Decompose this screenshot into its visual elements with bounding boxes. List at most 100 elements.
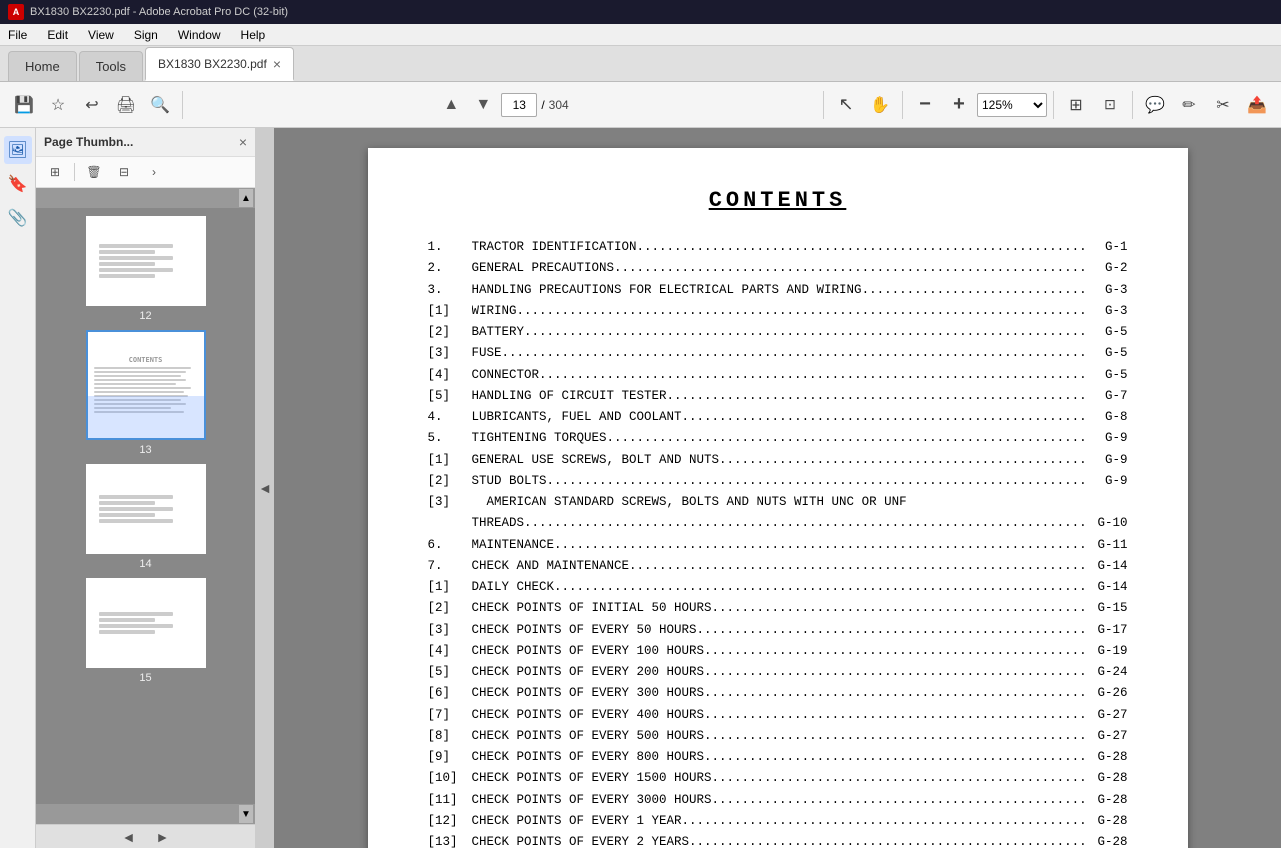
panel-header: Page Thumbn... × [36, 128, 255, 157]
toc-entry: [2] STUD BOLTS..........................… [428, 471, 1128, 492]
zoom-in-button[interactable]: + [943, 89, 975, 121]
toc-entry: [4] CONNECTOR...........................… [428, 365, 1128, 386]
panel-scroll-left-button[interactable]: ◄ [122, 829, 136, 845]
toc-entry: [13] CHECK POINTS OF EVERY 2 YEARS......… [428, 832, 1128, 848]
menu-view[interactable]: View [84, 26, 118, 44]
toc-entry: 6. MAINTENANCE..........................… [428, 535, 1128, 556]
tab-document[interactable]: BX1830 BX2230.pdf × [145, 47, 294, 81]
hand-tool-button[interactable]: ✋ [864, 89, 896, 121]
page-number-input[interactable]: 13 [501, 93, 537, 117]
thumbnail-13[interactable]: CONTENTS [86, 330, 206, 456]
toc-entry: 5. TIGHTENING TORQUES...................… [428, 428, 1128, 449]
menu-window[interactable]: Window [174, 26, 225, 44]
main-area: 🖼 🔖 📎 Page Thumbn... × ⊞ 🗑 ⊟ › ▲ [0, 128, 1281, 848]
toolbar-separator-5 [1132, 91, 1133, 119]
menu-bar: File Edit View Sign Window Help [0, 24, 1281, 46]
print-button[interactable]: 🖨 [110, 89, 142, 121]
panel-close-button[interactable]: × [239, 134, 247, 150]
toc-entry: [10] CHECK POINTS OF EVERY 1500 HOURS...… [428, 768, 1128, 789]
tab-bar: Home Tools BX1830 BX2230.pdf × [0, 46, 1281, 82]
panel-title: Page Thumbn... [44, 135, 133, 149]
toc-entry: 7. CHECK AND MAINTENANCE................… [428, 556, 1128, 577]
toc-entry: 2. GENERAL PRECAUTIONS..................… [428, 258, 1128, 279]
toc-entry: [12] CHECK POINTS OF EVERY 1 YEAR.......… [428, 811, 1128, 832]
toolbar-separator-1 [182, 91, 183, 119]
menu-help[interactable]: Help [237, 26, 270, 44]
toc-entry: [2] BATTERY.............................… [428, 322, 1128, 343]
toc-entries: 1. TRACTOR IDENTIFICATION...............… [428, 237, 1128, 848]
tab-tools[interactable]: Tools [79, 51, 143, 81]
thumbnail-label-12: 12 [139, 310, 151, 322]
pdf-viewer[interactable]: CONTENTS 1. TRACTOR IDENTIFICATION......… [274, 128, 1281, 848]
window-title: BX1830 BX2230.pdf - Adobe Acrobat Pro DC… [30, 6, 288, 18]
toc-entry: [1] DAILY CHECK.........................… [428, 577, 1128, 598]
fit-page-button[interactable]: ⊞ [1060, 89, 1092, 121]
panel-scroll-right-button[interactable]: ► [156, 829, 170, 845]
toc-entry: 4. LUBRICANTS, FUEL AND COOLANT.........… [428, 407, 1128, 428]
toc-entry: [1] GENERAL USE SCREWS, BOLT AND NUTS...… [428, 450, 1128, 471]
toc-entry: [3] FUSE................................… [428, 343, 1128, 364]
toc-entry: [1] WIRING..............................… [428, 301, 1128, 322]
undo-button[interactable]: ↩ [76, 89, 108, 121]
bookmarks-icon[interactable]: 🔖 [4, 170, 32, 198]
panel-more-button[interactable]: › [141, 161, 167, 183]
page-down-button[interactable]: ▼ [469, 91, 497, 119]
panel-delete-button[interactable]: 🗑 [81, 161, 107, 183]
toolbar-separator-4 [1053, 91, 1054, 119]
thumbnail-image-15 [86, 578, 206, 668]
panel-grid-button[interactable]: ⊞ [42, 161, 68, 183]
fit-width-button[interactable]: ⊡ [1094, 89, 1126, 121]
highlight-button[interactable]: ✏ [1173, 89, 1205, 121]
attachments-icon[interactable]: 📎 [4, 204, 32, 232]
search-button[interactable]: 🔍 [144, 89, 176, 121]
menu-file[interactable]: File [4, 26, 31, 44]
panel-toolbar: ⊞ 🗑 ⊟ › [36, 157, 255, 188]
toc-entry: THREADS.................................… [428, 513, 1128, 534]
toolbar: 💾 ☆ ↩ 🖨 🔍 ▲ ▼ 13 / 304 ↖ ✋ − + 50% 75% 1… [0, 82, 1281, 128]
redact-button[interactable]: ✂ [1207, 89, 1239, 121]
tab-doc-label: BX1830 BX2230.pdf [158, 57, 267, 71]
pdf-title: CONTENTS [428, 188, 1128, 213]
app-icon: A [8, 4, 24, 20]
toc-entry: [8] CHECK POINTS OF EVERY 500 HOURS.....… [428, 726, 1128, 747]
menu-edit[interactable]: Edit [43, 26, 72, 44]
thumbnail-image-12 [86, 216, 206, 306]
thumbnail-15[interactable]: 15 [86, 578, 206, 684]
collapse-panel-button[interactable]: ◄ [256, 128, 274, 848]
toc-entry: [3] CHECK POINTS OF EVERY 50 HOURS......… [428, 620, 1128, 641]
thumbnail-12[interactable]: 12 [86, 216, 206, 322]
thumbnail-image-13: CONTENTS [86, 330, 206, 440]
panel-sep-1 [74, 163, 75, 181]
tab-close-button[interactable]: × [273, 57, 281, 71]
zoom-dropdown[interactable]: 50% 75% 100% 125% 150% 175% 200% [977, 93, 1047, 117]
toc-entry: [5] HANDLING OF CIRCUIT TESTER..........… [428, 386, 1128, 407]
select-tool-button[interactable]: ↖ [830, 89, 862, 121]
toc-entry: [2] CHECK POINTS OF INITIAL 50 HOURS....… [428, 598, 1128, 619]
comment-button[interactable]: 💬 [1139, 89, 1171, 121]
thumbnail-label-14: 14 [139, 558, 151, 570]
tab-home[interactable]: Home [8, 51, 77, 81]
toc-entry: [9] CHECK POINTS OF EVERY 800 HOURS.....… [428, 747, 1128, 768]
share-button[interactable]: 📤 [1241, 89, 1273, 121]
thumbnails-icon[interactable]: 🖼 [4, 136, 32, 164]
pdf-page: CONTENTS 1. TRACTOR IDENTIFICATION......… [368, 148, 1188, 848]
thumbnail-14[interactable]: 14 [86, 464, 206, 570]
toc-entry: [5] CHECK POINTS OF EVERY 200 HOURS.....… [428, 662, 1128, 683]
scroll-up-button[interactable]: ▲ [239, 189, 253, 207]
toc-entry: 3. HANDLING PRECAUTIONS FOR ELECTRICAL P… [428, 280, 1128, 301]
side-icon-panel: 🖼 🔖 📎 [0, 128, 36, 848]
panel-split-button[interactable]: ⊟ [111, 161, 137, 183]
menu-sign[interactable]: Sign [130, 26, 162, 44]
zoom-out-button[interactable]: − [909, 89, 941, 121]
thumbnail-label-15: 15 [139, 672, 151, 684]
toc-entry: 1. TRACTOR IDENTIFICATION...............… [428, 237, 1128, 258]
page-separator: / [541, 98, 544, 112]
thumbnail-label-13: 13 [139, 444, 151, 456]
toc-entry: [4] CHECK POINTS OF EVERY 100 HOURS.....… [428, 641, 1128, 662]
scroll-down-button[interactable]: ▼ [239, 805, 253, 823]
save-button[interactable]: 💾 [8, 89, 40, 121]
thumbnails-list: 12 CONTENTS [36, 208, 255, 804]
page-up-button[interactable]: ▲ [437, 91, 465, 119]
bookmark-button[interactable]: ☆ [42, 89, 74, 121]
toc-entry: [3] AMERICAN STANDARD SCREWS, BOLTS AND … [428, 492, 1128, 513]
